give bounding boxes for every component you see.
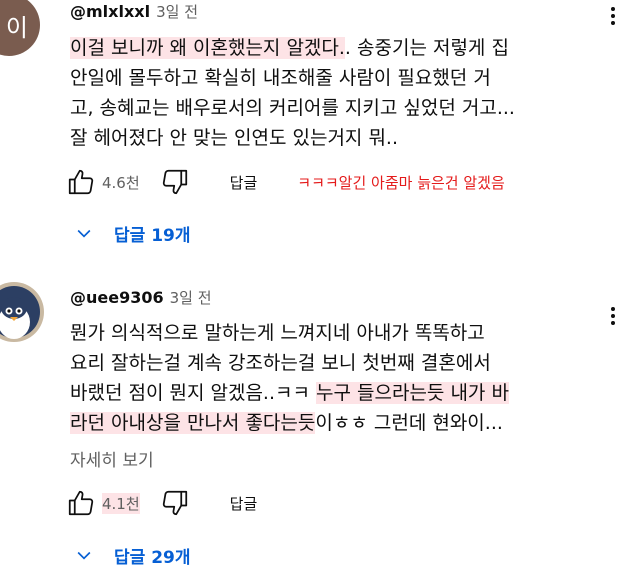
text-segment: 잘 헤어졌다 안 맞는 인연도 있는거지 뭐.. [70, 127, 398, 149]
comment-2: @uee9306 3일 전 뭔가 의식적으로 말하는게 느껴지네 아내가 똑똑하고… [0, 268, 640, 574]
comment-text: 뭔가 의식적으로 말하는게 느껴지네 아내가 똑똑하고 요리 잘하는걸 계속 강… [70, 318, 600, 438]
view-replies-button[interactable]: 답글 29개 [74, 538, 191, 572]
like-button[interactable] [64, 165, 98, 199]
comment-actions: 4.6천 답글 ㅋㅋㅋ알긴 아줌마 늙은건 알겠음 [64, 165, 505, 199]
avatar[interactable] [0, 282, 44, 346]
highlighted-text: 누구 들으라는듯 내가 바 [316, 382, 509, 404]
penguin-avatar-icon [0, 282, 44, 342]
dislike-button[interactable] [158, 165, 192, 199]
like-count: 4.6천 [102, 173, 140, 192]
more-actions-icon[interactable] [601, 304, 625, 328]
reply-button[interactable]: 답글 [230, 172, 258, 193]
text-segment: 바랬던 점이 뭔지 알겠음..ㅋㅋ [70, 382, 316, 404]
author-handle[interactable]: @mlxlxxl [70, 2, 150, 21]
avatar[interactable]: 이 [0, 0, 40, 60]
read-more-button[interactable]: 자세히 보기 [70, 446, 154, 471]
comment-header: @uee9306 3일 전 [70, 287, 212, 308]
comment-line: 뭔가 의식적으로 말하는게 느껴지네 아내가 똑똑하고 [70, 318, 600, 348]
avatar-letter: 이 [0, 0, 40, 56]
highlighted-text: 이걸 보니까 왜 이혼했는지 알겠다. [70, 37, 345, 59]
comment-actions: 4.1천 답글 [64, 486, 257, 520]
chevron-down-icon [77, 229, 91, 238]
text-segment: 뭔가 의식적으로 말하는게 느껴지네 아내가 똑똑하고 [70, 322, 485, 344]
like-count: 4.1천 [102, 492, 140, 514]
thumbs-down-icon [162, 490, 187, 516]
comment-line: 라던 아내상을 만나서 좋다는듯이ㅎㅎ 그런데 현와이... [70, 408, 600, 438]
thumbs-up-icon [68, 490, 94, 516]
dislike-button[interactable] [158, 486, 192, 520]
annotation-text: ㅋㅋㅋ알긴 아줌마 늙은건 알겠음 [297, 173, 505, 192]
comment-line: 요리 잘하는걸 계속 강조하는걸 보니 첫번째 결혼에서 [70, 348, 600, 378]
view-replies-button[interactable]: 답글 19개 [74, 216, 191, 250]
text-segment: . 송중기는 저렇게 집 [344, 37, 509, 59]
text-segment: 고, 송혜교는 배우로서의 커리어를 지키고 싶었던 거고... [70, 97, 515, 119]
comment-line: 잘 헤어졌다 안 맞는 인연도 있는거지 뭐.. [70, 123, 600, 153]
comment-line: 안일에 몰두하고 확실히 내조해줄 사람이 필요했던 거 [70, 63, 600, 93]
comment-1: 이 @mlxlxxl 3일 전 이걸 보니까 왜 이혼했는지 알겠다.. 송중기는… [0, 0, 640, 268]
comment-time[interactable]: 3일 전 [170, 289, 212, 307]
thumbs-down-icon [162, 169, 187, 195]
comment-line: 바랬던 점이 뭔지 알겠음..ㅋㅋ 누구 들으라는듯 내가 바 [70, 378, 600, 408]
text-segment: 안일에 몰두하고 확실히 내조해줄 사람이 필요했던 거 [70, 67, 491, 89]
comment-line: 고, 송혜교는 배우로서의 커리어를 지키고 싶었던 거고... [70, 93, 600, 123]
author-handle[interactable]: @uee9306 [70, 288, 164, 307]
thumbs-up-icon [68, 169, 94, 195]
text-segment: 요리 잘하는걸 계속 강조하는걸 보니 첫번째 결혼에서 [70, 352, 491, 374]
highlighted-text: 라던 아내상을 만나서 좋다는듯 [70, 412, 316, 434]
comment-header: @mlxlxxl 3일 전 [70, 1, 198, 22]
replies-label: 답글 19개 [114, 225, 191, 246]
text-segment: 이ㅎㅎ 그런데 현와이... [315, 412, 503, 434]
comment-line: 이걸 보니까 왜 이혼했는지 알겠다.. 송중기는 저렇게 집 [70, 33, 600, 63]
replies-label: 답글 29개 [114, 547, 191, 568]
comment-time[interactable]: 3일 전 [156, 3, 198, 21]
more-actions-icon[interactable] [601, 4, 625, 28]
reply-button[interactable]: 답글 [230, 493, 258, 514]
like-button[interactable] [64, 486, 98, 520]
comment-text: 이걸 보니까 왜 이혼했는지 알겠다.. 송중기는 저렇게 집 안일에 몰두하고… [70, 33, 600, 153]
chevron-down-icon [77, 551, 91, 560]
